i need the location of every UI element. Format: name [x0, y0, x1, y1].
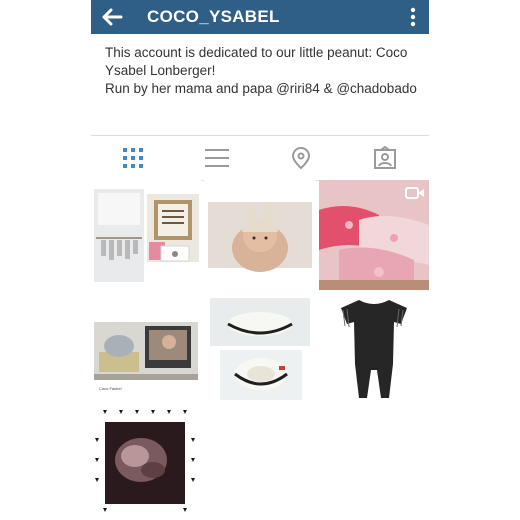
tab-grid-view[interactable]	[91, 136, 175, 180]
more-vertical-icon	[410, 7, 416, 27]
grid-view-icon	[123, 148, 143, 168]
list-view-icon	[205, 149, 229, 167]
post-thumbnail[interactable]	[91, 180, 201, 290]
video-camera-icon	[405, 187, 424, 199]
tab-tagged-photos[interactable]	[343, 136, 427, 180]
tab-list-view[interactable]	[175, 136, 259, 180]
post-caption: Coco Fashel	[99, 386, 122, 391]
post-thumbnail[interactable]	[91, 408, 201, 518]
post-thumbnail[interactable]	[319, 180, 429, 290]
post-thumbnail[interactable]	[205, 294, 315, 404]
profile-bio: This account is dedicated to our little …	[105, 44, 423, 98]
photo-grid: Coco Fashel	[91, 180, 429, 520]
post-thumbnail[interactable]: Coco Fashel	[91, 294, 201, 404]
location-pin-icon	[291, 146, 311, 170]
app-bar: COCO_YSABEL	[91, 0, 429, 34]
post-thumbnail[interactable]	[205, 180, 315, 290]
back-button[interactable]	[99, 5, 125, 29]
tagged-photos-icon	[374, 146, 396, 169]
tab-photo-map[interactable]	[259, 136, 343, 180]
arrow-left-icon	[102, 8, 123, 26]
overflow-menu-button[interactable]	[407, 5, 419, 29]
bio-line: Run by her mama and papa @riri84 & @chad…	[105, 81, 417, 96]
view-tabs	[91, 135, 429, 181]
profile-username: COCO_YSABEL	[147, 7, 280, 26]
bio-line: This account is dedicated to our little …	[105, 45, 408, 78]
phone-screen: COCO_YSABEL This account is dedicated to…	[91, 0, 429, 520]
post-thumbnail[interactable]	[319, 294, 429, 404]
